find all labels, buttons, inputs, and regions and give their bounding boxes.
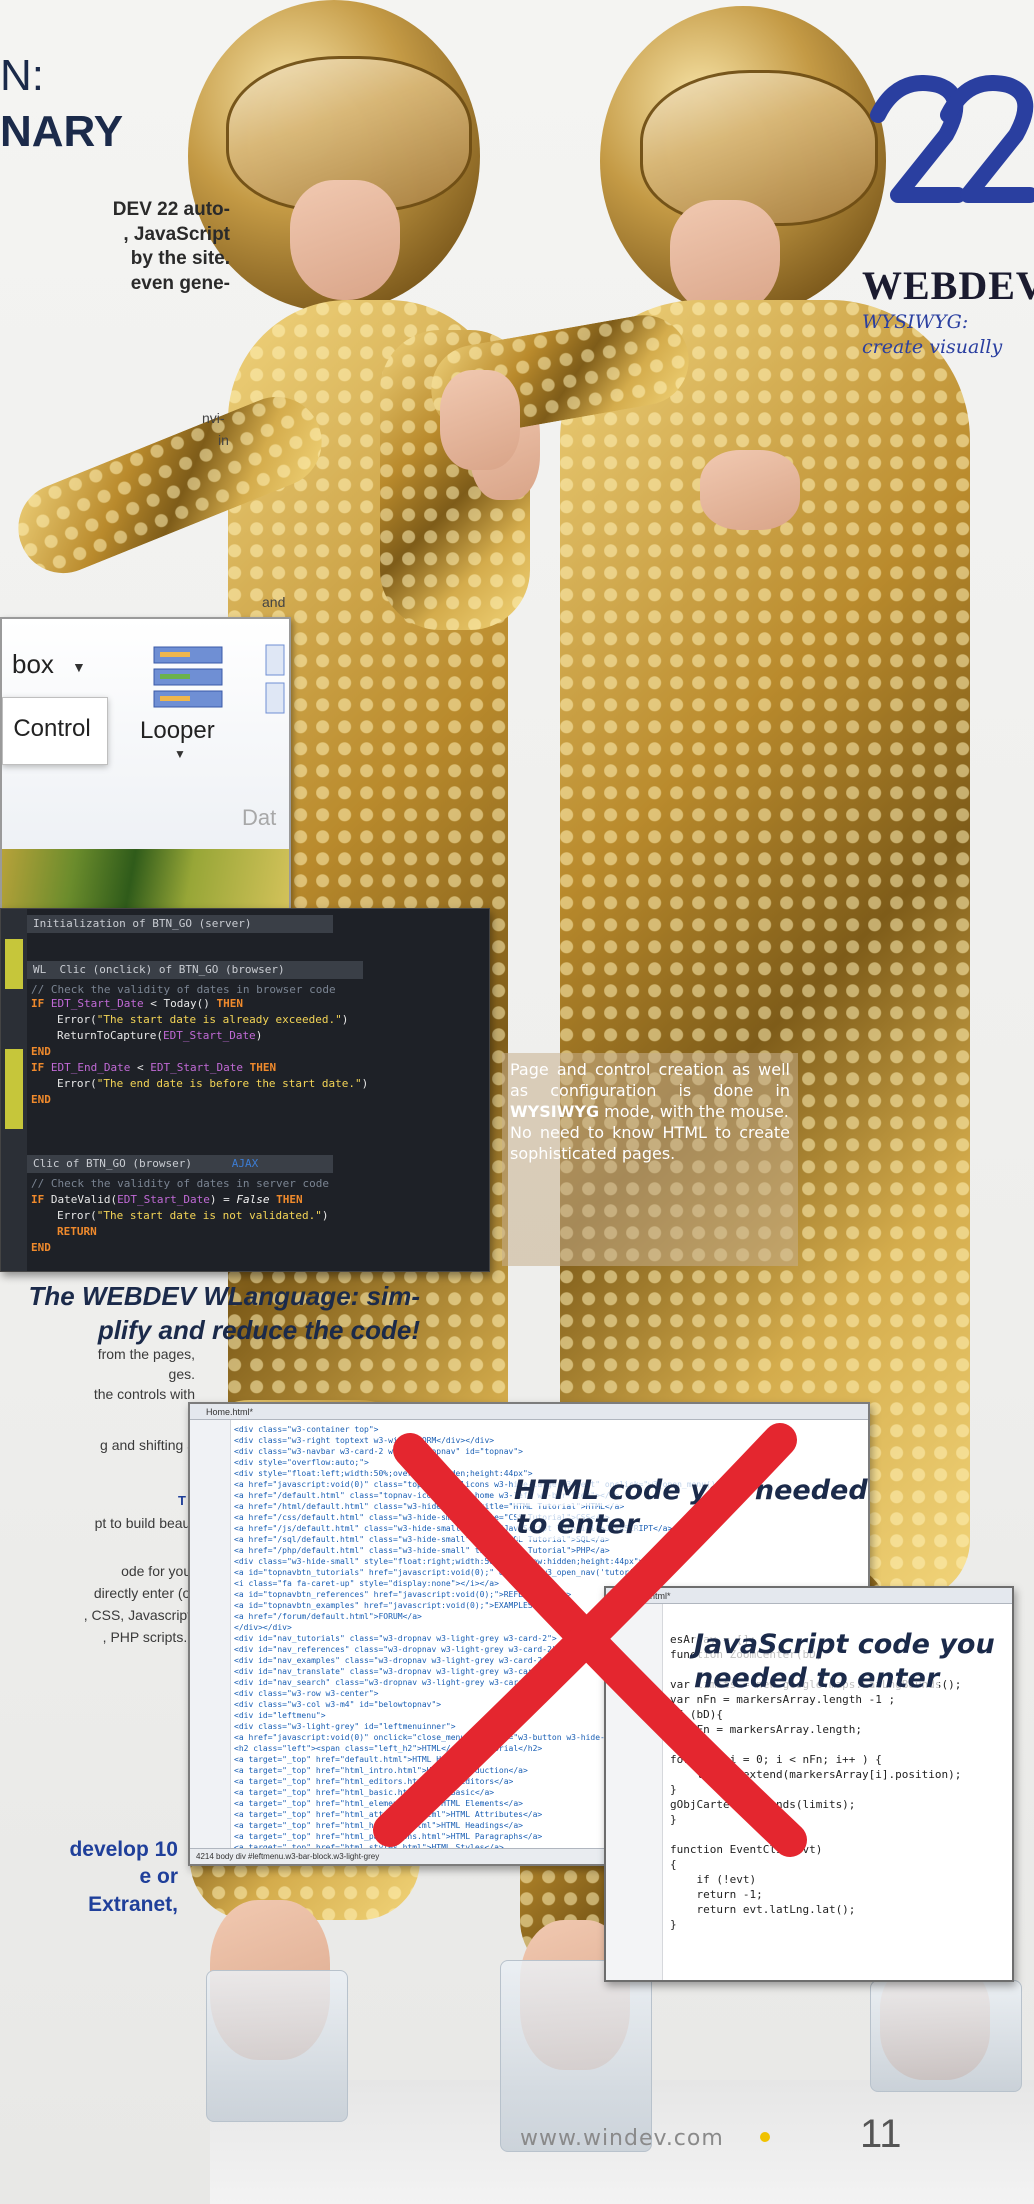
page: N: NARY DEV 22 auto- , JavaScript by the… — [0, 0, 1034, 2204]
woman-2-hand — [440, 370, 520, 470]
code-line: IF EDT_End_Date < EDT_Start_Date THEN — [31, 1061, 277, 1074]
grid-icon[interactable] — [264, 643, 286, 753]
html-window-gutter — [190, 1420, 231, 1848]
body-fragment: the controls with — [93, 1386, 195, 1402]
gutter-marker — [5, 1049, 23, 1129]
wysiwyg-callout: Page and control creation as well as con… — [502, 1053, 798, 1266]
body-fragment-in: in — [218, 432, 229, 448]
html-window-title: Home.html* — [190, 1404, 868, 1420]
body-fragment-envi: nvi- — [202, 410, 225, 426]
page-number: 11 — [860, 2112, 902, 2156]
ribbon-photo-preview — [2, 849, 289, 911]
heel-2 — [500, 1960, 652, 2152]
wlanguage-code-editor: Initialization of BTN_GO (server) WL Cli… — [0, 908, 490, 1272]
blue-lead-text: develop 10 e or Extranet, — [69, 1838, 178, 1916]
body-fragment: pt to build beau- — [94, 1515, 195, 1531]
body-fragment-and: and — [262, 594, 286, 610]
logo-tagline: WYSIWYG: create visually — [862, 311, 1003, 358]
code-line: Error("The end date is before the start … — [57, 1077, 369, 1090]
code-line: IF DateValid(EDT_Start_Date) = False THE… — [31, 1193, 303, 1206]
headline-line-1: N: — [0, 51, 44, 100]
footer-dot-icon — [760, 2132, 770, 2142]
woman-2-hip-hand — [700, 450, 800, 530]
code-line: // Check the validity of dates in browse… — [31, 983, 336, 996]
proc-header-onclick: WL Clic (onclick) of BTN_GO (browser) — [27, 961, 363, 979]
body-fragment: ges. — [168, 1366, 195, 1382]
body-subhead: T — [178, 1493, 186, 1508]
js-window-gutter — [606, 1604, 663, 1980]
gutter-marker — [5, 939, 23, 989]
woman-2-face — [670, 200, 780, 315]
body-fragment: , PHP scripts... — [102, 1629, 195, 1645]
heel-1 — [206, 1970, 348, 2122]
woman-2-visor — [640, 70, 878, 226]
body-fragment: directly enter (or — [93, 1585, 195, 1601]
js-window-label-2: needed to enter — [694, 1663, 940, 1694]
body-fragment: g and shifting a — [100, 1437, 195, 1453]
html-window-label-2: to enter — [516, 1509, 639, 1540]
js-window-title: Digest.html* — [606, 1588, 1012, 1604]
body-fragment: from the pages, — [97, 1346, 195, 1362]
woman-1-face — [290, 180, 400, 300]
code-line: END — [31, 1045, 51, 1058]
proc-header-ajax: Clic of BTN_GO (browser) AJAX — [27, 1155, 333, 1173]
body-fragment: , CSS, Javascript, — [83, 1607, 195, 1623]
html-window-label-1: HTML code you needed — [514, 1475, 868, 1506]
footer-url: www.windev.com — [520, 2126, 724, 2151]
code-line: END — [31, 1093, 51, 1106]
intro-paragraph: DEV 22 auto- , JavaScript by the site. e… — [112, 199, 230, 295]
ribbon-screenshot: box ▼ Control Looper ▼ Dat — [0, 617, 291, 913]
code-line: RETURN — [57, 1225, 97, 1238]
control-label: Control — [13, 715, 91, 742]
code-line: Error("The start date is already exceede… — [57, 1013, 349, 1026]
body-fragment: ode for you. — [121, 1563, 195, 1579]
proc-header-init: Initialization of BTN_GO (server) — [27, 915, 333, 933]
combo-dropdown-icon[interactable]: ▼ — [72, 659, 86, 675]
js-window-label-1: JavaScript code you — [694, 1629, 995, 1660]
heel-3 — [870, 1980, 1022, 2092]
combo-label: box — [12, 649, 54, 679]
code-caption: The WEBDEV WLanguage: sim- plify and red… — [28, 1281, 420, 1345]
webdev-22-logo — [870, 75, 1034, 203]
looper-icon[interactable] — [148, 643, 228, 713]
code-line: IF EDT_Start_Date < Today() THEN — [31, 997, 243, 1010]
code-line: END — [31, 1241, 51, 1254]
code-line: ReturnToCapture(EDT_Start_Date) — [57, 1029, 263, 1042]
logo-wordmark: WEBDEV — [862, 263, 1034, 308]
code-line: // Check the validity of dates in server… — [31, 1177, 330, 1190]
code-line: Error("The start date is not validated."… — [57, 1209, 329, 1222]
data-group-label: Dat — [242, 805, 277, 830]
looper-label: Looper — [140, 717, 215, 744]
code-gutter — [1, 909, 27, 1271]
headline-line-2: NARY — [0, 107, 124, 156]
looper-dropdown-icon[interactable]: ▼ — [174, 747, 186, 761]
